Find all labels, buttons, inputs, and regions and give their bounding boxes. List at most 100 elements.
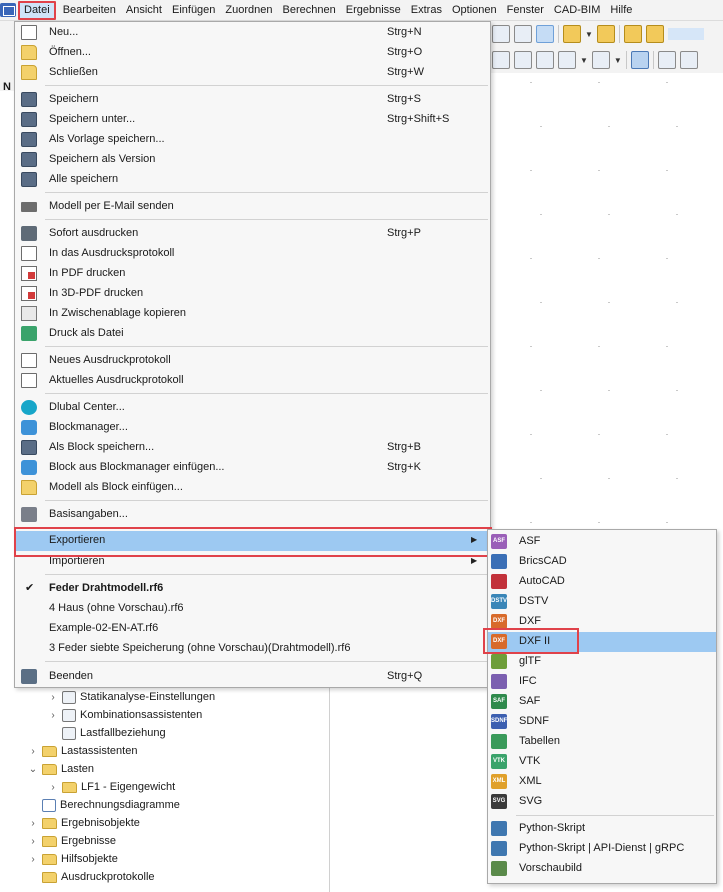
chevron-right-icon[interactable]: › <box>28 836 38 847</box>
recent-file-2[interactable]: 4 Haus (ohne Vorschau).rf6 <box>15 599 490 619</box>
export-gltf[interactable]: glTF <box>488 652 716 672</box>
menu-item-exportieren[interactable]: Exportieren ▶ <box>15 531 490 551</box>
menu-item-pdf-drucken[interactable]: In PDF drucken <box>15 264 490 284</box>
export-dxf[interactable]: DXF DXF <box>488 612 716 632</box>
menu-item-zwischenablage[interactable]: In Zwischenablage kopieren <box>15 304 490 324</box>
chevron-right-icon[interactable]: › <box>28 818 38 829</box>
load-icon[interactable] <box>645 25 664 43</box>
recent-file-4[interactable]: 3 Feder siebte Speicherung (ohne Vorscha… <box>15 639 490 659</box>
tool-g-icon[interactable] <box>679 51 698 69</box>
export-vtk[interactable]: VTK VTK <box>488 752 716 772</box>
menu-item-shortcut: Strg+S <box>387 93 421 105</box>
node-tool-icon[interactable] <box>563 25 581 43</box>
app-icon[interactable] <box>0 3 16 17</box>
menu-item-oeffnen[interactable]: Öffnen... Strg+O <box>15 43 490 63</box>
tree-item[interactable]: › Statikanalyse-Einstellungen <box>48 688 215 706</box>
export-xml[interactable]: XML XML <box>488 772 716 792</box>
chevron-right-icon[interactable]: › <box>28 854 38 865</box>
export-python[interactable]: Python-Skript <box>488 819 716 839</box>
tool-d-icon[interactable] <box>558 51 576 69</box>
chevron-down-icon[interactable]: ▼ <box>580 56 588 65</box>
menu-item-blockmanager[interactable]: Blockmanager... <box>15 418 490 438</box>
menu-item-beenden[interactable]: Beenden Strg+Q <box>15 667 490 687</box>
tree-item[interactable]: › LF1 - Eigengewicht <box>48 778 175 796</box>
export-tabellen[interactable]: Tabellen <box>488 732 716 752</box>
filter-icon[interactable] <box>630 51 649 69</box>
menu-ergebnisse[interactable]: Ergebnisse <box>341 1 406 20</box>
tree-item[interactable]: › Ergebnisse <box>28 832 116 850</box>
submenu-item-label: ASF <box>519 535 541 547</box>
menu-item-alle-speichern[interactable]: Alle speichern <box>15 170 490 190</box>
export-bricscad[interactable]: BricsCAD <box>488 552 716 572</box>
tree-item[interactable]: › Lastassistenten <box>28 742 137 760</box>
menu-einfuegen[interactable]: Einfügen <box>167 1 220 20</box>
chevron-down-icon[interactable]: ▼ <box>585 30 593 39</box>
line-tool-icon[interactable] <box>596 25 615 43</box>
tree-item[interactable]: ⌄ Lasten <box>28 760 94 778</box>
menu-datei[interactable]: Datei <box>18 0 56 20</box>
menu-item-modell-als-block[interactable]: Modell als Block einfügen... <box>15 478 490 498</box>
export-ifc[interactable]: IFC <box>488 672 716 692</box>
grid-icon[interactable] <box>492 25 510 43</box>
menu-item-neues-protokoll[interactable]: Neues Ausdruckprotokoll <box>15 351 490 371</box>
menu-item-ausdrucksprotokoll[interactable]: In das Ausdrucksprotokoll <box>15 244 490 264</box>
export-svg[interactable]: SVG SVG <box>488 792 716 812</box>
tree-item[interactable]: Lastfallbeziehung <box>62 724 166 742</box>
menu-item-basisangaben[interactable]: Basisangaben... <box>15 505 490 525</box>
menu-item-vorlage-speichern[interactable]: Als Vorlage speichern... <box>15 130 490 150</box>
export-vorschaubild[interactable]: Vorschaubild <box>488 859 716 879</box>
tool-a-icon[interactable] <box>492 51 510 69</box>
menu-item-speichern[interactable]: Speichern Strg+S <box>15 90 490 110</box>
menu-item-importieren[interactable]: Importieren ▶ <box>15 552 490 572</box>
export-dxf-ii[interactable]: DXF DXF II <box>488 632 716 652</box>
menu-zuordnen[interactable]: Zuordnen <box>220 1 277 20</box>
tree-item[interactable]: Ausdruckprotokolle <box>42 868 155 886</box>
export-python-grpc[interactable]: Python-Skript | API-Dienst | gRPC <box>488 839 716 859</box>
tree-item[interactable]: › Hilfsobjekte <box>28 850 118 868</box>
recent-file-3[interactable]: Example-02-EN-AT.rf6 <box>15 619 490 639</box>
export-asf[interactable]: ASF ASF <box>488 532 716 552</box>
tree-item[interactable]: Berechnungsdiagramme <box>42 796 180 814</box>
menu-item-dlubal-center[interactable]: Dlubal Center... <box>15 398 490 418</box>
export-dstv[interactable]: DSTV DSTV <box>488 592 716 612</box>
chevron-right-icon[interactable]: › <box>48 692 58 703</box>
menu-item-sofort-drucken[interactable]: Sofort ausdrucken Strg+P <box>15 224 490 244</box>
recent-file-1[interactable]: ✔ Feder Drahtmodell.rf6 <box>15 579 490 599</box>
chevron-right-icon[interactable]: › <box>48 782 58 793</box>
chevron-down-icon[interactable]: ▼ <box>614 56 622 65</box>
menu-bearbeiten[interactable]: Bearbeiten <box>58 1 121 20</box>
export-saf[interactable]: SAF SAF <box>488 692 716 712</box>
target-icon[interactable] <box>536 25 554 43</box>
menu-item-druck-als-datei[interactable]: Druck als Datei <box>15 324 490 344</box>
menu-berechnen[interactable]: Berechnen <box>278 1 341 20</box>
menu-item-email[interactable]: Modell per E-Mail senden <box>15 197 490 217</box>
toolbar-field[interactable] <box>667 28 704 40</box>
export-sdnf[interactable]: SDNF SDNF <box>488 712 716 732</box>
menu-optionen[interactable]: Optionen <box>447 1 502 20</box>
chevron-right-icon[interactable]: › <box>48 710 58 721</box>
list-icon[interactable] <box>514 25 532 43</box>
menu-item-block-speichern[interactable]: Als Block speichern... Strg+B <box>15 438 490 458</box>
chevron-right-icon[interactable]: › <box>28 746 38 757</box>
menu-item-schliessen[interactable]: Schließen Strg+W <box>15 63 490 83</box>
chevron-down-icon[interactable]: ⌄ <box>28 764 38 775</box>
menu-item-neu[interactable]: Neu... Strg+N <box>15 23 490 43</box>
tool-b-icon[interactable] <box>514 51 532 69</box>
menu-extras[interactable]: Extras <box>406 1 447 20</box>
menu-fenster[interactable]: Fenster <box>502 1 549 20</box>
menu-hilfe[interactable]: Hilfe <box>605 1 637 20</box>
menu-item-aktuelles-protokoll[interactable]: Aktuelles Ausdruckprotokoll <box>15 371 490 391</box>
support-icon[interactable] <box>623 25 642 43</box>
menu-cad-bim[interactable]: CAD-BIM <box>549 1 605 20</box>
tree-item[interactable]: › Kombinationsassistenten <box>48 706 202 724</box>
export-autocad[interactable]: AutoCAD <box>488 572 716 592</box>
menu-ansicht[interactable]: Ansicht <box>121 1 167 20</box>
menu-item-version-speichern[interactable]: Speichern als Version <box>15 150 490 170</box>
menu-item-speichern-unter[interactable]: Speichern unter... Strg+Shift+S <box>15 110 490 130</box>
tool-e-icon[interactable] <box>591 51 610 69</box>
tool-f-icon[interactable] <box>657 51 676 69</box>
menu-item-3d-pdf-drucken[interactable]: In 3D-PDF drucken <box>15 284 490 304</box>
tool-c-icon[interactable] <box>536 51 554 69</box>
menu-item-block-einfuegen[interactable]: Block aus Blockmanager einfügen... Strg+… <box>15 458 490 478</box>
tree-item[interactable]: › Ergebnisobjekte <box>28 814 140 832</box>
